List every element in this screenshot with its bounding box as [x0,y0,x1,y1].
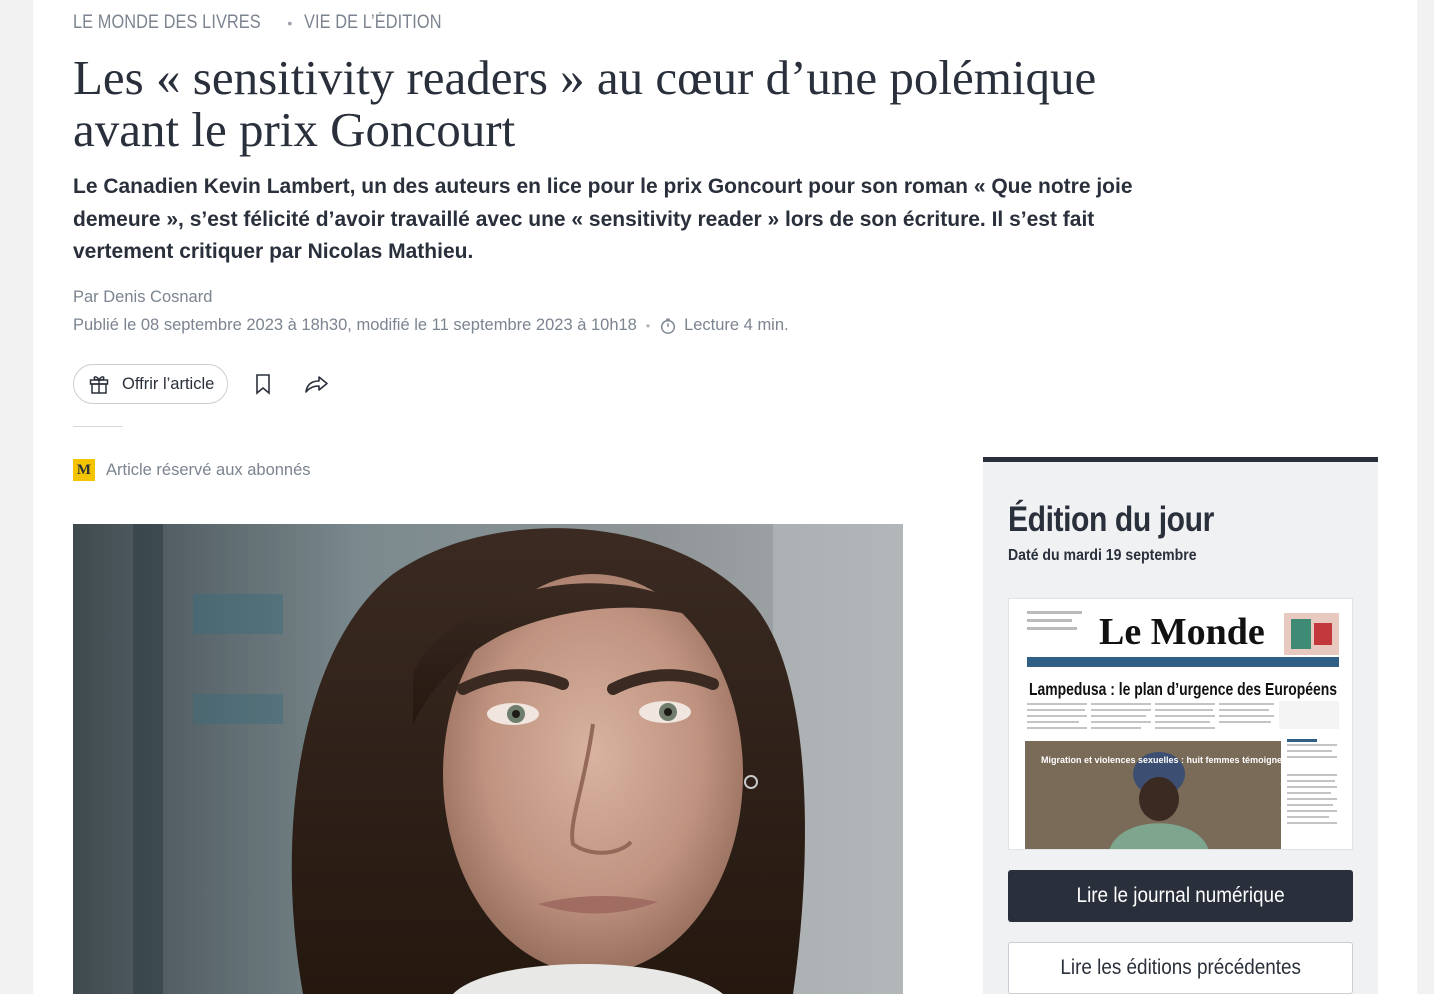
newspaper-cover[interactable]: Le Monde Lampedusa : le plan d’urgence d… [1008,598,1353,850]
cover-photo-caption: Migration et violences sexuelles : huit … [1041,755,1291,765]
read-digital-edition-label: Lire le journal numérique [1076,884,1285,907]
bookmark-button[interactable] [246,367,280,401]
portrait-image [73,524,903,994]
article-standfirst: Le Canadien Kevin Lambert, un des auteur… [73,175,1133,263]
premium-notice: M Article réservé aux abonnés [73,459,311,481]
article-author[interactable]: Par Denis Cosnard [73,288,212,307]
article-page: LE MONDE DES LIVRES • VIE DE L’ÉDITION L… [33,0,1417,994]
offer-article-button[interactable]: Offrir l’article [73,364,229,404]
publication-date: Publié le 08 septembre 2023 à 18h30, mod… [73,316,637,334]
cover-masthead: Le Monde [1099,611,1265,653]
premium-icon: M [73,459,95,481]
article-title: Les « sensitivity readers » au cœur d’un… [73,50,1097,157]
newspaper-cover-image: Le Monde Lampedusa : le plan d’urgence d… [1009,599,1352,849]
premium-label: Article réservé aux abonnés [106,460,311,479]
breadcrumb-section-link[interactable]: LE MONDE DES LIVRES [73,12,261,34]
article-actions: Offrir l’article [73,364,334,404]
header-divider [73,426,123,427]
timer-icon [661,318,676,334]
offer-article-label: Offrir l’article [122,374,215,393]
cover-headline: Lampedusa : le plan d’urgence des Europé… [1029,679,1337,699]
edition-sidebar: Édition du jour Daté du mardi 19 septemb… [983,457,1378,994]
read-digital-edition-button[interactable]: Lire le journal numérique [1008,870,1353,922]
bookmark-icon [256,374,271,395]
breadcrumb: LE MONDE DES LIVRES • VIE DE L’ÉDITION [73,12,464,34]
reading-time: Lecture 4 min. [684,316,789,334]
meta-separator: • [645,318,651,333]
edition-title: Édition du jour [1008,500,1214,539]
article-photo [73,524,903,994]
previous-editions-label: Lire les éditions précédentes [1060,956,1301,979]
breadcrumb-subsection-link[interactable]: VIE DE L’ÉDITION [304,12,442,34]
edition-date: Daté du mardi 19 septembre [1008,547,1197,564]
previous-editions-button[interactable]: Lire les éditions précédentes [1008,942,1353,994]
gift-icon [89,376,109,394]
share-button[interactable] [300,367,334,401]
breadcrumb-separator: • [287,15,293,31]
article-meta: Publié le 08 septembre 2023 à 18h30, mod… [73,316,789,335]
share-icon [305,376,329,393]
